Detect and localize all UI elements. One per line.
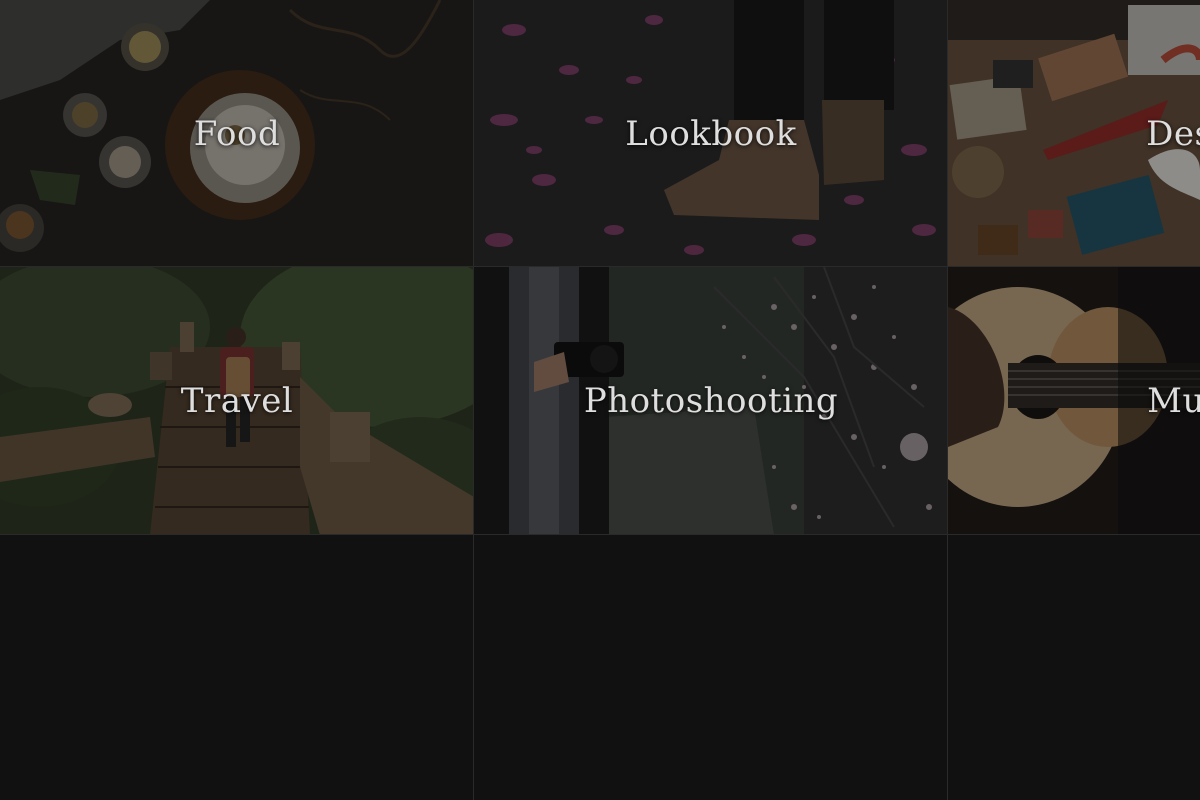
category-tile-photoshooting[interactable]: Photoshooting [474, 267, 948, 535]
category-tile-music[interactable]: Mus [948, 267, 1200, 535]
category-tile-lookbook[interactable]: Lookbook [474, 0, 948, 267]
column-divider [947, 0, 948, 800]
column-divider [473, 0, 474, 800]
category-label: Photoshooting [583, 381, 839, 421]
category-label: Lookbook [625, 113, 797, 154]
category-label: Food [193, 113, 281, 154]
category-label: Travel [180, 381, 294, 421]
empty-tile [0, 535, 474, 800]
empty-tile [948, 535, 1200, 800]
category-label: Mus [1147, 381, 1200, 421]
row-divider [0, 534, 1200, 535]
category-grid: Food Lookbook De Travel Photoshooting Mu [0, 0, 1200, 800]
empty-tile [474, 535, 948, 800]
row-divider [0, 266, 1200, 267]
category-tile-food[interactable]: Food [0, 0, 474, 267]
category-tile-travel[interactable]: Travel [0, 267, 474, 535]
category-tile-design[interactable]: Desi [948, 0, 1200, 267]
category-label: Desi [1146, 113, 1200, 154]
